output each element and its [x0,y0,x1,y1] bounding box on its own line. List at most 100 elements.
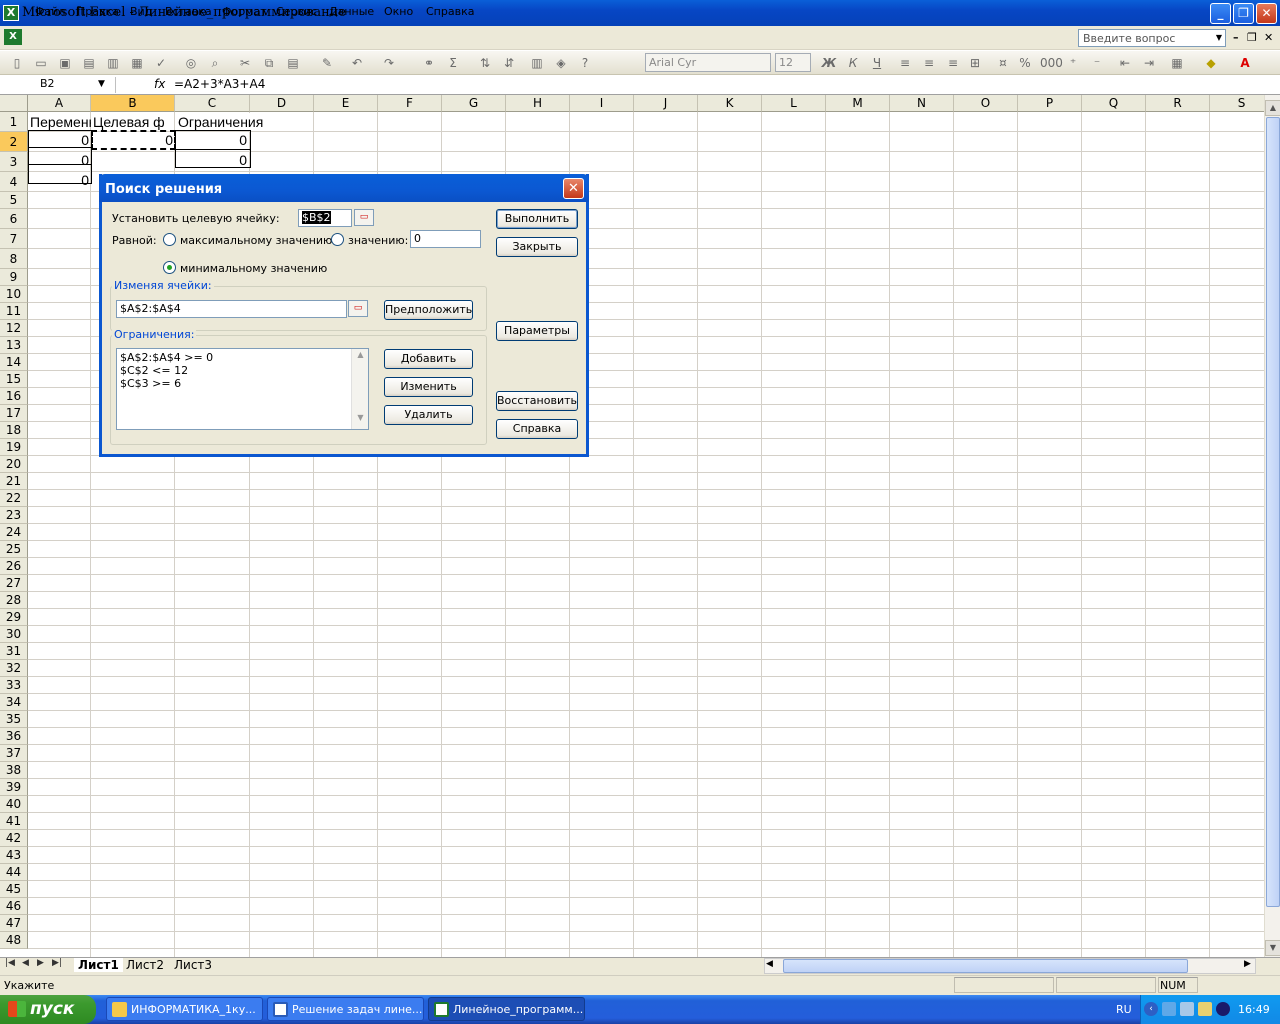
align-center-icon[interactable]: ≡ [920,54,938,72]
function-icon[interactable]: fx [154,77,165,91]
row-header[interactable]: 24 [0,524,28,541]
row-header[interactable]: 15 [0,371,28,388]
column-header[interactable]: J [634,95,698,112]
font-size-combo[interactable]: 12 [775,53,811,72]
row-header[interactable]: 37 [0,745,28,762]
last-sheet-icon[interactable]: ▶| [52,958,62,968]
row-header[interactable]: 28 [0,592,28,609]
question-input[interactable]: Введите вопрос [1078,29,1226,47]
menu-format[interactable]: Формат [222,5,267,18]
row-header[interactable]: 7 [0,229,28,249]
task-excel[interactable]: Линейное_программ... [428,997,585,1021]
fill-color-icon[interactable]: ◆ [1202,54,1220,72]
column-header[interactable]: K [698,95,762,112]
changing-cells-input[interactable]: $A$2:$A$4 [116,300,347,318]
menu-help[interactable]: Справка [426,5,474,18]
constraints-list[interactable]: $A$2:$A$4 >= 0 $C$2 <= 12 $C$3 >= 6 [116,348,369,430]
menu-data[interactable]: Данные [329,5,374,18]
column-header[interactable]: C [175,95,250,112]
constraint-item[interactable]: $C$3 >= 6 [120,377,181,390]
cell-a1[interactable]: Переменные [30,113,91,131]
row-header[interactable]: 11 [0,303,28,320]
row-header[interactable]: 5 [0,192,28,209]
max-radio-label[interactable]: максимальному значению [180,234,332,247]
close-button[interactable]: ✕ [1256,3,1277,24]
chart-icon[interactable]: ▥ [528,54,546,72]
target-cell-input[interactable]: $B$2 [298,209,352,227]
percent-icon[interactable]: % [1016,54,1034,72]
value-input[interactable]: 0 [410,230,481,248]
decrease-decimal-icon[interactable]: ⁻ [1088,54,1106,72]
sheet-tab-2[interactable]: Лист2 [126,958,164,972]
cell-b1[interactable]: Целевая ф [93,113,175,131]
network-icon[interactable] [1162,1002,1176,1016]
name-box-dropdown-icon[interactable]: ▼ [98,79,105,89]
row-header[interactable]: 36 [0,728,28,745]
value-radio-label[interactable]: значению: [348,234,408,247]
reset-all-button[interactable]: Восстановить [496,391,578,411]
scroll-down-icon[interactable]: ▼ [353,413,368,427]
row-header[interactable]: 1 [0,112,28,132]
sort-desc-icon[interactable]: ⇵ [500,54,518,72]
column-header[interactable]: I [570,95,634,112]
format-painter-icon[interactable]: ✎ [318,54,336,72]
vertical-scroll-thumb[interactable] [1266,117,1280,907]
row-header[interactable]: 47 [0,915,28,932]
security-icon[interactable] [1216,1002,1230,1016]
row-header[interactable]: 34 [0,694,28,711]
column-header[interactable]: D [250,95,314,112]
increase-indent-icon[interactable]: ⇥ [1140,54,1158,72]
column-header[interactable]: F [378,95,442,112]
row-header[interactable]: 18 [0,422,28,439]
row-header[interactable]: 8 [0,249,28,269]
menu-insert[interactable]: Вставка [165,5,212,18]
align-left-icon[interactable]: ≡ [896,54,914,72]
open-icon[interactable]: ▭ [32,54,50,72]
guess-button[interactable]: Предположить [384,300,473,320]
paste-icon[interactable]: ▤ [284,54,302,72]
row-header[interactable]: 44 [0,864,28,881]
row-header[interactable]: 22 [0,490,28,507]
row-header[interactable]: 12 [0,320,28,337]
doc-close-icon[interactable]: ✕ [1264,31,1273,44]
row-header[interactable]: 43 [0,847,28,864]
help-icon[interactable]: ? [576,54,594,72]
help-button[interactable]: Справка [496,419,578,439]
doc-minimize-icon[interactable]: – [1233,31,1239,44]
save-icon[interactable]: ▣ [56,54,74,72]
column-header[interactable]: H [506,95,570,112]
task-informatika[interactable]: ИНФОРМАТИКА_1ку... [106,997,263,1021]
spelling-icon[interactable]: ✓ [152,54,170,72]
sort-asc-icon[interactable]: ⇅ [476,54,494,72]
research-icon[interactable]: ◎ [182,54,200,72]
cell-c3[interactable]: 0 [175,151,250,169]
row-header[interactable]: 46 [0,898,28,915]
options-button[interactable]: Параметры [496,321,578,341]
drawing-icon[interactable]: ◈ [552,54,570,72]
next-sheet-icon[interactable]: ▶ [37,958,44,968]
row-header[interactable]: 3 [0,152,28,172]
row-header[interactable]: 39 [0,779,28,796]
row-header[interactable]: 42 [0,830,28,847]
row-header[interactable]: 29 [0,609,28,626]
collapse-ref-icon[interactable]: ▭ [348,300,368,317]
find-icon[interactable]: ⌕ [206,54,224,72]
copy-icon[interactable]: ⧉ [260,54,278,72]
cell-a3[interactable]: 0 [28,151,92,169]
row-header[interactable]: 25 [0,541,28,558]
column-header[interactable]: B [91,95,175,112]
bold-button[interactable]: Ж [820,54,838,72]
hyperlink-icon[interactable]: ⚭ [420,54,438,72]
row-header[interactable]: 45 [0,881,28,898]
select-all-corner[interactable] [0,95,28,112]
solve-button[interactable]: Выполнить [496,209,578,229]
column-header[interactable]: P [1018,95,1082,112]
min-radio-label[interactable]: минимальному значению [180,262,327,275]
row-header[interactable]: 13 [0,337,28,354]
cell-b2[interactable]: 0 [92,131,176,149]
column-header[interactable]: S [1210,95,1264,112]
row-header[interactable]: 16 [0,388,28,405]
dialog-close-icon[interactable]: ✕ [563,178,584,199]
scroll-up-icon[interactable]: ▲ [353,350,368,364]
vertical-scrollbar[interactable]: ▲ ▼ [1264,95,1280,957]
